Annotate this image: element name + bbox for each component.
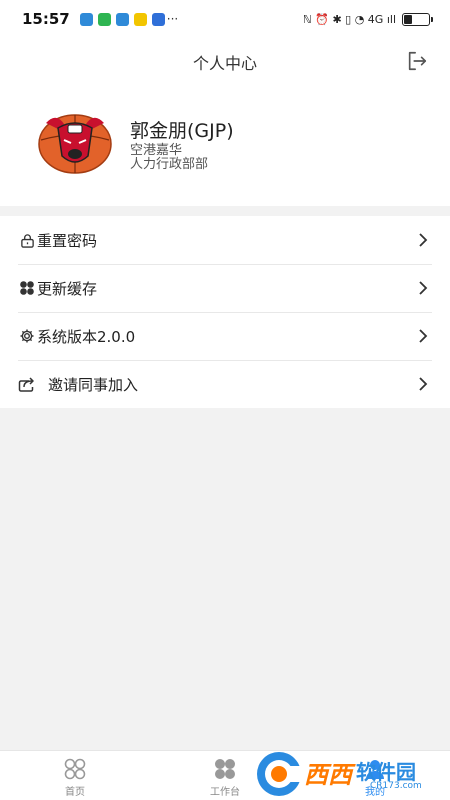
chevron-right-icon (419, 281, 428, 295)
system-status-icons: ℕ ⏰ ✱ ▯ ◔ 4G ıll (302, 12, 433, 26)
app-notification-icon (151, 12, 165, 26)
avatar (38, 114, 112, 174)
settings-menu: 重置密码 更新缓存 系统版本2.0.0 邀请同事加入 (0, 216, 450, 408)
tab-label: 首页 (65, 787, 85, 798)
watermark-domain: CR173.com (370, 781, 422, 791)
menu-label: 更新缓存 (37, 279, 98, 298)
page-title: 个人中心 (192, 54, 257, 73)
chevron-right-icon (419, 329, 428, 343)
watermark-text: 西西 (304, 761, 352, 789)
notification-icons (79, 12, 165, 26)
user-department: 人力行政部部 (130, 157, 209, 172)
status-bar: 15:57 ··· ℕ ⏰ ✱ ▯ ◔ 4G ıll (0, 0, 450, 38)
battery-icon (402, 12, 433, 26)
app-notification-icon (133, 12, 147, 26)
menu-label: 系统版本2.0.0 (37, 327, 136, 346)
menu-label: 邀请同事加入 (48, 375, 139, 394)
app-notification-icon (115, 12, 129, 26)
watermark-logo: 西西 软件园 CR173.com (252, 748, 442, 800)
gear-icon (18, 327, 36, 345)
lock-icon (18, 231, 36, 249)
workbench-icon (215, 759, 235, 779)
chevron-right-icon (419, 233, 428, 247)
tab-home[interactable]: 首页 (30, 757, 120, 798)
menu-item-system-version[interactable]: 系统版本2.0.0 (0, 312, 450, 360)
menu-item-reset-password[interactable]: 重置密码 (0, 216, 450, 264)
share-icon (18, 375, 36, 393)
battery-level (404, 14, 413, 24)
menu-item-update-cache[interactable]: 更新缓存 (0, 264, 450, 312)
status-time: 15:57 (22, 10, 70, 28)
wechat-icon (97, 12, 111, 26)
chevron-right-icon (419, 377, 428, 391)
watermark-c-icon (257, 752, 304, 796)
clover-icon (18, 279, 36, 297)
profile-card[interactable]: 郭金朋(GJP) 空港嘉华 人力行政部部 (0, 84, 450, 206)
nav-bar: 个人中心 (0, 38, 450, 84)
app-notification-icon (79, 12, 93, 26)
more-notifications-icon: ··· (166, 12, 179, 26)
home-grid-icon (64, 758, 86, 780)
menu-item-invite-colleague[interactable]: 邀请同事加入 (0, 360, 450, 408)
logout-icon[interactable] (406, 50, 428, 72)
system-indicators: ℕ ⏰ ✱ ▯ ◔ 4G ıll (302, 12, 396, 26)
menu-label: 重置密码 (37, 231, 98, 250)
